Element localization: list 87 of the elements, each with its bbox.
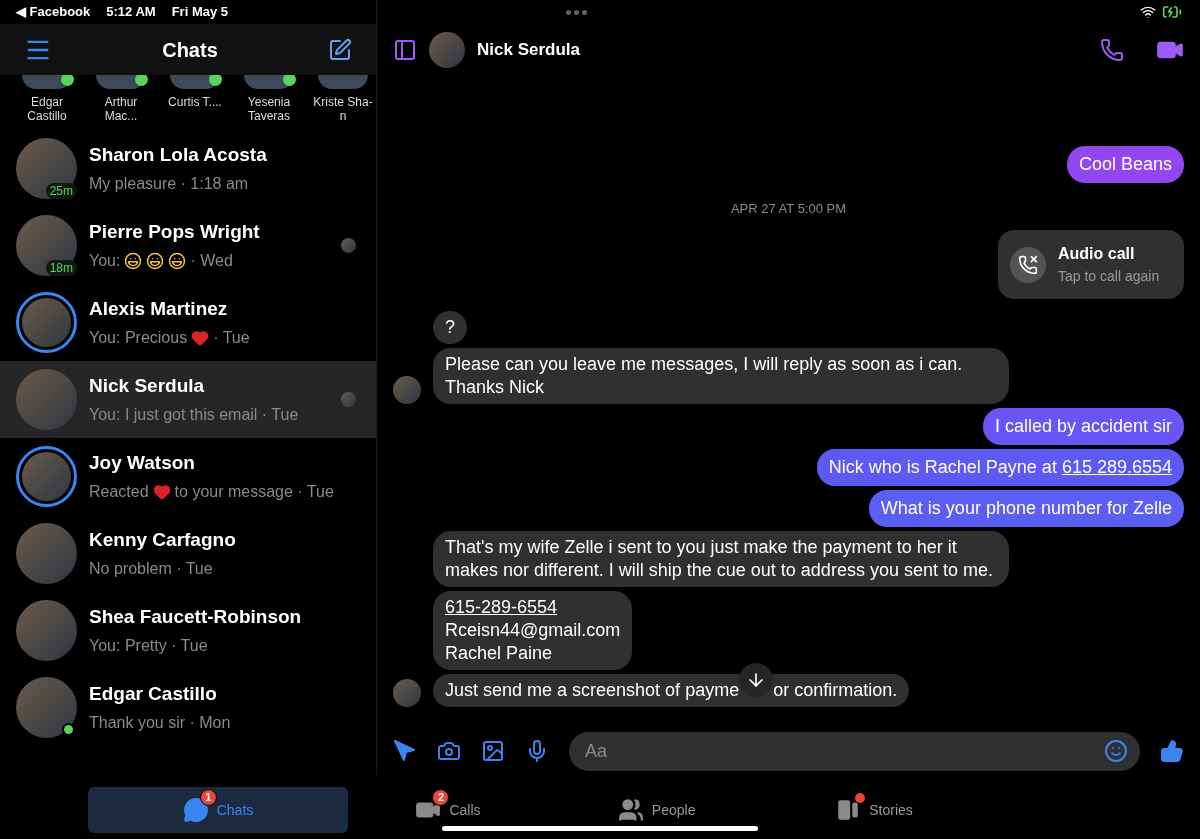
notification-badge: 2: [432, 789, 450, 806]
avatar-photo[interactable]: [96, 75, 146, 89]
contact-name: Edgar Castillo: [26, 95, 68, 123]
contact-name: Edgar Castillo: [89, 682, 218, 707]
notification-badge: 1: [199, 789, 217, 806]
active-time-badge: 25m: [45, 183, 77, 199]
phone-link[interactable]: 615-289-6554: [445, 596, 558, 619]
compose-button[interactable]: [328, 37, 352, 62]
contact-name: Pierre Pops Wright: [89, 220, 261, 245]
chat-row[interactable]: 18m Pierre Pops Wright You: · Wed: [0, 207, 376, 284]
chat-row[interactable]: Joy Watson Reacted to your message · Tue: [0, 438, 376, 515]
message-preview: · Wed: [190, 250, 233, 271]
missed-call-icon: [1010, 246, 1046, 283]
avatar-photo[interactable]: [170, 75, 220, 89]
chat-row[interactable]: Nick Serdula You: I just got this email · Tue: [0, 361, 376, 438]
multitask-dots-icon: [566, 9, 587, 15]
contact-name: Kriste Sha-n: [312, 95, 374, 123]
message-preview: You:: [89, 250, 121, 271]
contact-name: Kenny Carfagno: [89, 528, 237, 553]
avatar-photo: [16, 138, 77, 199]
avatar-photo: [22, 298, 71, 347]
message-bubble: Cool Beans: [1066, 145, 1184, 183]
people-icon: [617, 797, 644, 823]
avatar-photo[interactable]: [22, 75, 72, 89]
chat-row[interactable]: Kenny Carfagno No problem · Tue: [0, 515, 376, 592]
message-preview: Thank you sir · Mon: [89, 712, 231, 733]
message-bubble: I called by accident sir: [982, 408, 1184, 445]
chat-row[interactable]: Edgar Castillo Thank you sir · Mon: [0, 669, 376, 746]
back-to-app-link[interactable]: ◀ Facebook: [16, 2, 91, 22]
chat-row[interactable]: Shea Faucett-Robinson You: Pretty · Tue: [0, 592, 376, 669]
message-preview: You: I just got this email · Tue: [89, 404, 299, 425]
panel-title: Chats: [162, 37, 218, 63]
contact-name: Sharon Lola Acosta: [89, 143, 268, 168]
contact-name: Alexis Martinez: [89, 297, 229, 322]
conversation-title: Nick Serdula: [477, 38, 581, 61]
message-input-field[interactable]: Aa: [569, 731, 1140, 771]
audio-call-button[interactable]: [1100, 37, 1124, 62]
avatar-photo: [16, 215, 77, 276]
status-time: 5:12 AM: [106, 3, 156, 22]
call-card[interactable]: Audio call Tap to call again: [998, 230, 1184, 299]
camera-button[interactable]: [437, 739, 461, 763]
tab[interactable]: Stories: [765, 787, 983, 833]
contact-name: Nick Serdula: [89, 374, 206, 399]
laughing-face-icon: [146, 251, 165, 270]
avatar-photo: [22, 452, 71, 501]
contact-name: Joy Watson: [89, 451, 196, 476]
chat-row[interactable]: Alexis Martinez You: Precious · Tue: [0, 284, 376, 361]
wifi-icon: [1140, 4, 1156, 20]
message-preview: No problem · Tue: [89, 558, 213, 579]
heart-icon: [152, 482, 171, 501]
contact-name: Curtis T....: [168, 95, 222, 109]
message-preview: You: Pretty · Tue: [89, 635, 208, 656]
date-separator: APR 27 AT 5:00 PM: [730, 199, 847, 218]
contact-name: Yesenia Taveras: [246, 95, 292, 123]
sidebar-toggle-button[interactable]: [393, 37, 417, 62]
active-time-badge: 18m: [45, 260, 77, 276]
tab[interactable]: 1 Chats: [88, 787, 348, 833]
message-preview: My pleasure · 1:18 am: [89, 173, 249, 194]
message-bubble: ?: [433, 311, 467, 344]
contact-name: Arthur Mac...: [103, 95, 139, 123]
like-button[interactable]: [1160, 739, 1184, 763]
phone-link[interactable]: 615 289.6554: [1061, 457, 1172, 477]
message-preview: · Tue: [213, 327, 250, 348]
message-bubble: Please can you leave me messages, I will reply as soon as i can. Thanks Nick: [433, 348, 1009, 404]
message-bubble: Nick who is Rachel Payne at 615 289.6554: [816, 449, 1184, 486]
message-preview: Reacted: [89, 481, 149, 502]
tab[interactable]: People: [548, 787, 766, 833]
call-title: Audio call: [1058, 244, 1136, 264]
call-subtitle: Tap to call again: [1058, 267, 1160, 286]
contact-name: Shea Faucett-Robinson: [89, 605, 303, 630]
laughing-face-icon: [168, 251, 187, 270]
laughing-face-icon: [124, 251, 143, 270]
avatar-photo[interactable]: [244, 75, 294, 89]
message-bubble: What is your phone number for Zelle: [868, 490, 1184, 527]
photo-button[interactable]: [481, 739, 505, 763]
location-button[interactable]: [393, 739, 417, 763]
contact-detail: Rceisn44@gmail.com: [445, 619, 621, 642]
message-bubble: That's my wife Zelle i sent to you just make the payment to her it makes nor different. I will ship the cue out to address you sent to me.: [433, 531, 1009, 587]
scroll-down-button[interactable]: [739, 663, 774, 698]
emoji-icon[interactable]: [1104, 739, 1128, 763]
contact-avatar: [429, 31, 465, 68]
chat-row[interactable]: 25m Sharon Lola Acosta My pleasure · 1:18 am: [0, 130, 376, 207]
message-preview: to your message · Tue: [174, 481, 334, 502]
status-date: Fri May 5: [171, 3, 229, 22]
contact-detail: Rachel Paine: [445, 642, 554, 665]
message-preview: You: Precious: [89, 327, 188, 348]
heart-icon: [191, 328, 210, 347]
